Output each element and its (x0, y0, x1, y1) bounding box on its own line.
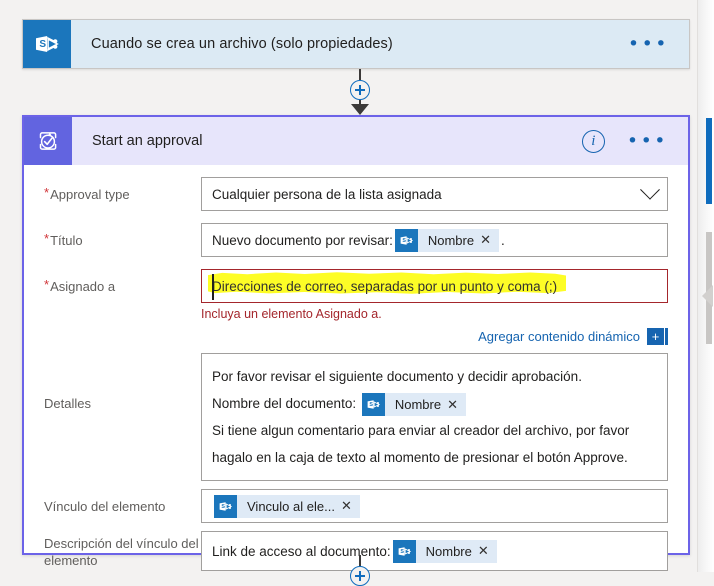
label-asignado-a: *Asignado a (44, 277, 116, 294)
field-row-vinculo-elemento: Vínculo del elemento S Vinculo al ele...… (44, 489, 668, 523)
text-cursor (212, 274, 214, 300)
detalles-line-2: Nombre del documento: S Nombre ✕ (212, 390, 657, 417)
vinculo-elemento-input[interactable]: S Vinculo al ele... ✕ (201, 489, 668, 523)
dynamic-token-chip[interactable]: S Nombre ✕ (361, 391, 466, 418)
required-marker: * (44, 231, 50, 246)
chevron-down-icon[interactable] (640, 179, 660, 200)
remove-token-icon[interactable]: ✕ (480, 232, 499, 248)
svg-text:S: S (402, 238, 406, 244)
svg-text:S: S (400, 549, 404, 555)
approval-card-title: Start an approval (92, 133, 203, 149)
field-row-asignado-a: *Asignado a Direcciones de correo, separ… (44, 269, 668, 345)
token-label: Nombre (394, 396, 442, 412)
sharepoint-icon: S (394, 228, 418, 252)
arrow-down-icon (351, 104, 369, 115)
svg-text:S: S (39, 39, 46, 50)
dynamic-token-chip[interactable]: S Nombre ✕ (394, 228, 499, 252)
titulo-input[interactable]: Nuevo documento por revisar: S Nombre ✕ … (201, 223, 668, 257)
field-row-approval-type: *Approval type Cualquier persona de la l… (44, 177, 668, 211)
label-vinculo-elemento: Vínculo del elemento (44, 499, 166, 514)
connector-line (359, 69, 361, 80)
approval-card-header[interactable]: Start an approval i ••• (24, 117, 688, 165)
field-row-detalles: Detalles Por favor revisar el siguiente … (44, 353, 668, 481)
detalles-input[interactable]: Por favor revisar el siguiente documento… (201, 353, 668, 481)
start-approval-card[interactable]: Start an approval i ••• *Approval type C… (22, 115, 690, 571)
trigger-card[interactable]: S Cuando se crea un archivo (solo propie… (22, 19, 690, 69)
remove-token-icon[interactable]: ✕ (341, 498, 360, 514)
asignado-a-placeholder: Direcciones de correo, separadas por un … (212, 278, 558, 294)
info-icon[interactable]: i (581, 129, 605, 153)
trigger-more-menu-icon[interactable]: ••• (628, 35, 669, 54)
sharepoint-icon: S (361, 392, 385, 416)
flow-connector-top (347, 69, 373, 115)
approval-form: *Approval type Cualquier persona de la l… (24, 177, 688, 571)
detalles-line-1: Por favor revisar el siguiente documento… (212, 369, 582, 384)
approval-type-dropdown[interactable]: Cualquier persona de la lista asignada (201, 177, 668, 211)
dynamic-token-chip[interactable]: S Vinculo al ele... ✕ (214, 494, 360, 518)
sharepoint-icon: S (214, 494, 237, 518)
asignado-a-error-message: Incluya un elemento Asignado a. (201, 307, 382, 321)
label-approval-type: *Approval type (44, 185, 130, 202)
insert-step-plus-icon[interactable] (350, 80, 370, 100)
detalles-line-3: Si tiene algun comentario para enviar al… (212, 423, 630, 438)
remove-token-icon[interactable]: ✕ (478, 543, 497, 559)
descripcion-vinculo-input[interactable]: Link de acceso al documento: S Nombre ✕ (201, 531, 668, 571)
flow-connector-bottom (347, 555, 373, 586)
asignado-a-input[interactable]: Direcciones de correo, separadas por un … (201, 269, 668, 303)
required-marker: * (44, 277, 50, 292)
approval-type-value: Cualquier persona de la lista asignada (212, 186, 442, 202)
dynamic-content-caret (665, 328, 668, 345)
detalles-line-4: hagalo en la caja de texto al momento de… (212, 450, 628, 465)
label-titulo: *Título (44, 231, 83, 248)
svg-text:S: S (369, 402, 373, 408)
titulo-prefix-text: Nuevo documento por revisar: (212, 232, 393, 248)
field-row-titulo: *Título Nuevo documento por revisar: S N… (44, 223, 668, 257)
connector-line-bottom (359, 555, 361, 566)
add-dynamic-content-link[interactable]: Agregar contenido dinámico (478, 329, 640, 344)
dynamic-token-chip[interactable]: S Nombre ✕ (392, 539, 497, 563)
token-label: Nombre (427, 232, 475, 248)
trigger-title: Cuando se crea un archivo (solo propieda… (91, 36, 393, 52)
flow-designer-canvas: S Cuando se crea un archivo (solo propie… (0, 0, 714, 586)
token-label: Nombre (425, 543, 472, 559)
dynamic-content-row: Agregar contenido dinámico + (201, 328, 668, 345)
label-descripcion-vinculo: Descripción del vínculo del elemento (44, 536, 199, 568)
titulo-suffix-text: . (501, 232, 505, 248)
approval-icon (24, 117, 72, 165)
remove-token-icon[interactable]: ✕ (447, 391, 466, 418)
svg-text:S: S (221, 504, 225, 510)
page-scrollbar[interactable] (697, 0, 714, 572)
add-dynamic-content-button[interactable]: + (647, 328, 664, 345)
label-detalles: Detalles (44, 396, 91, 411)
sharepoint-icon: S (23, 20, 71, 68)
approval-more-menu-icon[interactable]: ••• (627, 132, 668, 151)
scrollbar-thumb[interactable] (706, 118, 712, 204)
required-marker: * (44, 185, 50, 200)
collapse-panel-arrow-icon[interactable] (702, 285, 713, 307)
detalles-line-2-prefix: Nombre del documento: (212, 396, 357, 411)
sharepoint-icon: S (392, 539, 416, 563)
insert-step-plus-icon-bottom[interactable] (350, 566, 370, 586)
token-label: Vinculo al ele... (247, 498, 335, 514)
